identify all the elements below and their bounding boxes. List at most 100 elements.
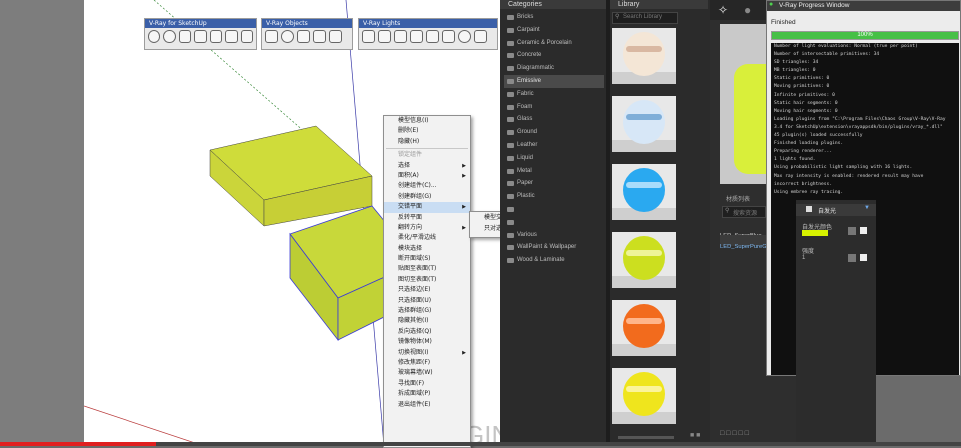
mesh-clipper-icon[interactable] <box>313 30 326 43</box>
context-menu-item[interactable]: 模块选择 <box>384 244 470 254</box>
editor-tab-bar[interactable]: ✧ ● <box>710 0 766 20</box>
category-item[interactable] <box>504 216 604 229</box>
video-progress-bar[interactable] <box>0 442 961 446</box>
category-item[interactable]: Glass <box>504 113 604 126</box>
material-thumbnail[interactable] <box>612 164 676 220</box>
category-item[interactable]: Various <box>504 229 604 242</box>
proxy-icon[interactable] <box>281 30 294 43</box>
material-thumbnail[interactable] <box>612 232 676 288</box>
vray-lights-toolbar[interactable]: V-Ray Lights <box>358 18 498 50</box>
omni-light-icon[interactable] <box>426 30 439 43</box>
category-item[interactable]: Plastic <box>504 190 604 203</box>
interactive-render-icon[interactable] <box>178 30 192 43</box>
material-list-item[interactable]: LED_SuperBlue <box>720 224 768 239</box>
category-item[interactable]: Ceramic & Porcelain <box>504 37 604 50</box>
category-item[interactable]: Leather <box>504 139 604 152</box>
context-menu-item[interactable]: 图切至表面(T) <box>384 275 470 285</box>
context-menu-item[interactable]: 锁定组件 <box>384 150 470 160</box>
context-menu-item[interactable]: 隐藏(H) <box>384 137 470 147</box>
materials-search[interactable]: ⚲ 搜索资源 <box>722 206 766 218</box>
mesh-light-icon[interactable] <box>458 30 471 43</box>
context-menu-item[interactable]: 切换视图(I) ▶ <box>384 348 470 358</box>
color-swatch[interactable] <box>802 230 828 236</box>
map-enable-checkbox[interactable] <box>860 254 867 261</box>
render-teapot-icon[interactable] <box>163 30 176 43</box>
material-thumbnail[interactable] <box>612 300 676 356</box>
export-proxy-icon[interactable] <box>329 30 342 43</box>
batch-render-icon[interactable] <box>225 30 238 43</box>
render-cloud-icon[interactable] <box>194 30 207 43</box>
category-item[interactable]: Fabric <box>504 88 604 101</box>
ies-light-icon[interactable] <box>410 30 423 43</box>
map-enable-checkbox[interactable] <box>860 227 867 234</box>
context-menu-item[interactable]: 翻转方向 ▶ <box>384 223 470 233</box>
infinite-plane-icon[interactable] <box>265 30 278 43</box>
fur-icon[interactable] <box>297 30 310 43</box>
light-gen-icon[interactable] <box>474 30 487 43</box>
context-menu-item[interactable]: 柔化/平滑边线 <box>384 233 470 243</box>
layer-checkbox[interactable] <box>806 206 812 212</box>
categories-list[interactable]: Bricks Carpaint Ceramic & Porcelain Concret… <box>500 9 606 446</box>
context-menu-item[interactable]: 反向选择(Q) <box>384 327 470 337</box>
context-menu-item[interactable]: 玻璃幕墙(W) <box>384 368 470 378</box>
context-menu-item[interactable]: 创建群组(G) <box>384 192 470 202</box>
context-menu-item[interactable]: 只选择边(E) <box>384 285 470 295</box>
context-menu-item[interactable]: 只选择面(U) <box>384 296 470 306</box>
lights-tab-icon[interactable]: ● <box>744 3 751 17</box>
intensity-value[interactable]: 1 <box>802 255 805 261</box>
context-menu-item[interactable]: 修改焦距(F) <box>384 358 470 368</box>
map-slot-icon[interactable] <box>848 254 856 262</box>
editor-footer[interactable]: □ □ □ □ □ <box>720 430 780 442</box>
context-menu-item[interactable]: 交错平面 ▶ <box>384 202 470 213</box>
layer-header[interactable]: 自发光 ▼ <box>796 204 876 216</box>
category-item[interactable]: Wood & Laminate <box>504 254 604 267</box>
category-item[interactable]: Bricks <box>504 11 604 24</box>
context-menu-item[interactable]: 选择 ▶ <box>384 161 470 171</box>
frame-buffer-icon[interactable] <box>209 30 223 43</box>
context-menu-item[interactable]: 贴图至表面(T) <box>384 264 470 274</box>
progress-titlebar[interactable]: ● V-Ray Progress Window <box>767 1 960 11</box>
context-menu-item[interactable]: 拆成面域(P) <box>384 389 470 399</box>
context-menu-item[interactable]: 退出组件(E) <box>384 400 470 410</box>
context-menu-item[interactable]: 创建组件(C)... <box>384 181 470 191</box>
materials-tab-icon[interactable]: ✧ <box>718 3 728 17</box>
library-scrollbar[interactable] <box>618 436 674 439</box>
category-item[interactable]: Metal <box>504 165 604 178</box>
context-menu-item[interactable]: 删除(E) <box>384 126 470 136</box>
context-menu-item[interactable]: 断开面域(S) <box>384 254 470 264</box>
sphere-light-icon[interactable] <box>378 30 391 43</box>
context-menu-item[interactable]: 模型信息(I) <box>384 116 470 126</box>
chevron-down-icon[interactable]: ▼ <box>864 205 870 211</box>
material-thumbnail[interactable] <box>612 368 676 424</box>
material-library-panel[interactable]: Categories Bricks Carpaint Ceramic & Porce… <box>500 0 710 446</box>
category-item[interactable]: Emissive <box>504 75 604 88</box>
library-search-box[interactable]: ⚲ Search Library <box>612 12 678 24</box>
context-menu-item[interactable]: 反转平面 <box>384 213 470 223</box>
spot-light-icon[interactable] <box>394 30 407 43</box>
emissive-properties-panel[interactable]: 自发光 ▼ 自发光颜色 强度 1 <box>796 200 876 446</box>
dome-light-icon[interactable] <box>442 30 455 43</box>
category-item[interactable]: WallPaint & Wallpaper <box>504 241 604 254</box>
context-menu-item[interactable]: 选择群组(G) <box>384 306 470 316</box>
category-item[interactable]: Carpaint <box>504 24 604 37</box>
category-item[interactable] <box>504 203 604 216</box>
asset-editor-icon[interactable] <box>148 30 161 43</box>
vray-for-sketchup-toolbar[interactable]: V-Ray for SketchUp <box>144 18 257 50</box>
category-item[interactable]: Concrete <box>504 49 604 62</box>
rect-light-icon[interactable] <box>362 30 375 43</box>
context-menu[interactable]: 模型信息(I) 删除(E) 隐藏(H) 锁定组件 选择 ▶ 面积(A) ▶ 创建组件(C)...… <box>383 115 471 448</box>
map-slot-icon[interactable] <box>848 227 856 235</box>
material-thumbnail[interactable] <box>612 28 676 84</box>
category-item[interactable]: Paper <box>504 177 604 190</box>
context-menu-item[interactable]: 寻找面(F) <box>384 379 470 389</box>
material-list-item-selected[interactable]: LED_SuperPureGreen <box>720 235 778 250</box>
lock-camera-icon[interactable] <box>240 30 253 43</box>
category-item[interactable]: Foam <box>504 101 604 114</box>
context-menu-item[interactable]: 面积(A) ▶ <box>384 171 470 181</box>
context-menu-item[interactable]: 隐藏其他(I) <box>384 316 470 326</box>
category-item[interactable]: Ground <box>504 126 604 139</box>
category-item[interactable]: Liquid <box>504 152 604 165</box>
vray-objects-toolbar[interactable]: V-Ray Objects <box>261 18 353 50</box>
scroll-divider[interactable] <box>606 0 610 446</box>
context-menu-item[interactable]: 镜像物体(M) <box>384 337 470 347</box>
